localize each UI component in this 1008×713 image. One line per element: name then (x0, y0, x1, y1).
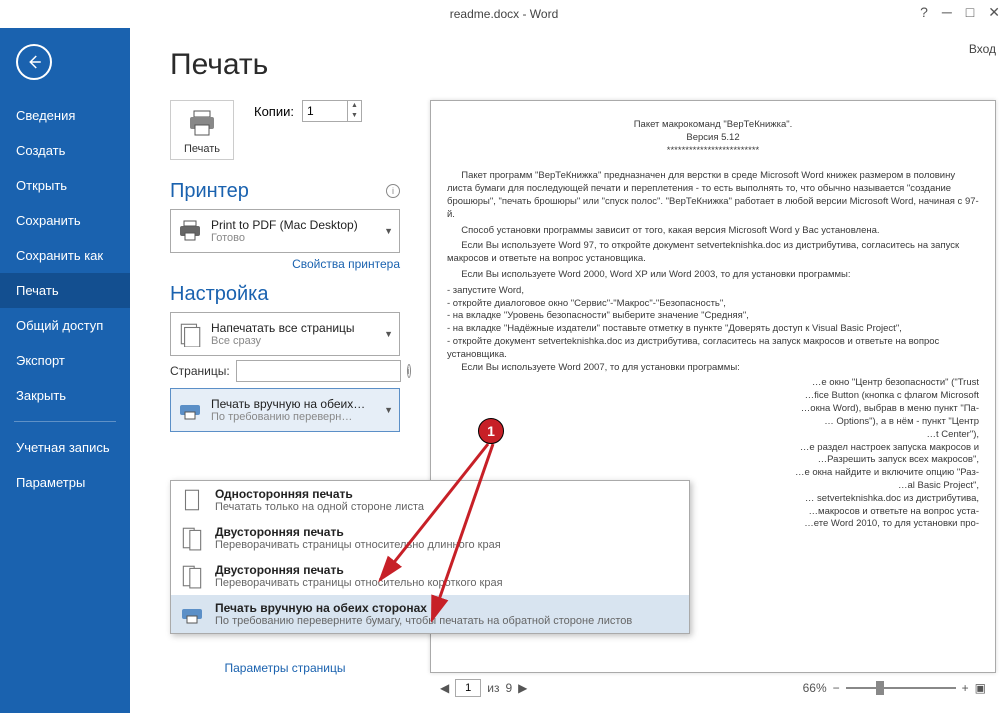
page-setup-link[interactable]: Параметры страницы (170, 661, 400, 675)
chevron-down-icon: ▼ (384, 226, 393, 236)
printer-dropdown[interactable]: Print to PDF (Mac Desktop) Готово ▼ (170, 209, 400, 253)
chevron-down-icon: ▼ (384, 329, 393, 339)
spin-up-icon[interactable]: ▲ (348, 101, 361, 111)
nav-new[interactable]: Создать (0, 133, 130, 168)
page-single-icon (179, 487, 205, 513)
copies-input[interactable] (303, 101, 347, 121)
print-button-label: Печать (184, 143, 220, 155)
next-page-icon[interactable]: ▶ (518, 681, 527, 695)
title-bar: readme.docx - Word ? ─ □ ✕ (0, 0, 1008, 28)
pages-icon (177, 321, 203, 347)
duplex-printer-icon (177, 397, 203, 423)
nav-saveas[interactable]: Сохранить как (0, 238, 130, 273)
zoom-value: 66% (803, 681, 827, 695)
popup-option-duplex-long[interactable]: Двусторонняя печатьПереворачивать страни… (171, 519, 689, 557)
nav-print[interactable]: Печать (0, 273, 130, 308)
copies-spinner[interactable]: ▲▼ (302, 100, 362, 122)
info-icon[interactable]: i (386, 184, 400, 198)
info-icon[interactable]: i (407, 364, 411, 378)
annotation-marker-1: 1 (478, 418, 504, 444)
printer-name: Print to PDF (Mac Desktop) (211, 218, 379, 232)
page-number-input[interactable] (455, 679, 481, 697)
pages-input[interactable] (236, 360, 401, 382)
printer-section-heading: Принтер i (170, 180, 400, 203)
nav-account[interactable]: Учетная запись (0, 430, 130, 465)
nav-open[interactable]: Открыть (0, 168, 130, 203)
copies-label: Копии: (254, 104, 294, 119)
settings-section-heading: Настройка (170, 283, 400, 306)
page-navigator: ◀ из 9 ▶ (440, 679, 527, 697)
help-icon[interactable]: ? (920, 4, 928, 21)
pages-label: Страницы: (170, 364, 230, 378)
page-heading: Печать (170, 48, 996, 82)
spin-down-icon[interactable]: ▼ (348, 111, 361, 121)
maximize-icon[interactable]: □ (966, 4, 974, 21)
manual-duplex-icon (179, 601, 205, 627)
nav-save[interactable]: Сохранить (0, 203, 130, 238)
duplex-dropdown[interactable]: Печать вручную на обеих… По требованию п… (170, 388, 400, 432)
nav-info[interactable]: Сведения (0, 98, 130, 133)
nav-options[interactable]: Параметры (0, 465, 130, 500)
backstage-sidebar: Сведения Создать Открыть Сохранить Сохра… (0, 28, 130, 713)
zoom-slider[interactable] (846, 687, 956, 689)
printer-properties-link[interactable]: Свойства принтера (170, 257, 400, 271)
printer-icon (186, 109, 218, 137)
fit-page-icon[interactable]: ▣ (975, 681, 986, 695)
print-button[interactable]: Печать (170, 100, 234, 160)
printer-status: Готово (211, 232, 379, 244)
zoom-in-icon[interactable]: + (962, 681, 969, 695)
printer-icon (177, 218, 203, 244)
nav-close[interactable]: Закрыть (0, 378, 130, 413)
popup-option-single[interactable]: Односторонняя печатьПечатать только на о… (171, 481, 689, 519)
chevron-down-icon: ▼ (384, 405, 393, 415)
back-button[interactable] (16, 44, 52, 80)
zoom-out-icon[interactable]: − (833, 681, 840, 695)
minimize-icon[interactable]: ─ (942, 4, 952, 21)
prev-page-icon[interactable]: ◀ (440, 681, 449, 695)
duplex-dropdown-popup: Односторонняя печатьПечатать только на о… (170, 480, 690, 634)
popup-option-manual-duplex[interactable]: Печать вручную на обеих сторонахПо требо… (171, 595, 689, 633)
page-flip-short-icon (179, 563, 205, 589)
nav-share[interactable]: Общий доступ (0, 308, 130, 343)
nav-export[interactable]: Экспорт (0, 343, 130, 378)
print-range-dropdown[interactable]: Напечатать все страницы Все сразу ▼ (170, 312, 400, 356)
close-icon[interactable]: ✕ (988, 4, 1000, 21)
window-title: readme.docx - Word (450, 7, 559, 21)
popup-option-duplex-short[interactable]: Двусторонняя печатьПереворачивать страни… (171, 557, 689, 595)
page-flip-long-icon (179, 525, 205, 551)
